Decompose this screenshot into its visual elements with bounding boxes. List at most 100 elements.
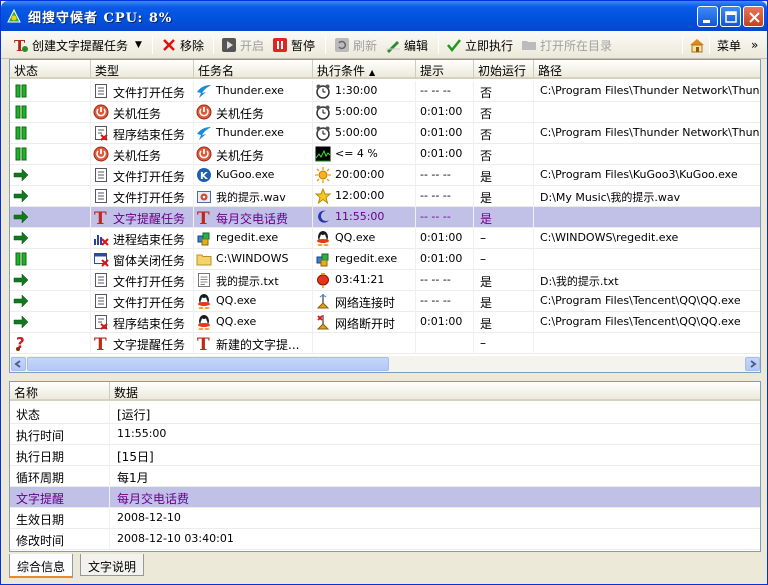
task-row[interactable]: 文件打开任务 我的提示.wav 12:00:00 -- -- -- 是 D:\My Mus… — [10, 186, 760, 207]
tip-cell: 0:01:00 — [416, 249, 474, 270]
status-cell — [10, 81, 91, 102]
path-cell: C:\WINDOWS\regedit.exe — [534, 228, 760, 249]
task-row[interactable]: 文件打开任务 Thunder.exe 1:30:00 -- -- -- 否 C:\Prog… — [10, 81, 760, 102]
col-init[interactable]: 初始运行 — [474, 60, 534, 79]
overflow-button[interactable]: » — [751, 35, 758, 55]
close-button[interactable] — [743, 6, 764, 27]
refresh-label: 刷新 — [353, 38, 378, 53]
task-row[interactable]: 文件打开任务 K KuGoo.exe 20:00:00 -- -- -- 是 C:\Prog… — [10, 165, 760, 186]
detail-row[interactable]: 执行日期 [15日] — [10, 445, 760, 466]
remove-icon — [161, 37, 177, 53]
tip-cell — [416, 333, 474, 354]
task-type: 文件打开任务 — [113, 86, 186, 100]
detail-key: 文字提醒 — [16, 492, 65, 506]
col-path[interactable]: 路径 — [534, 60, 760, 79]
col-taskname[interactable]: 任务名 — [194, 60, 313, 79]
lantern-icon — [315, 272, 331, 288]
col-tip[interactable]: 提示 — [416, 60, 474, 79]
detail-row[interactable]: 文字提醒 每月交电话费 — [10, 487, 760, 508]
maximize-button[interactable] — [720, 6, 741, 27]
detail-value: 每1月 — [117, 471, 149, 485]
task-tip: 0:01:00 — [420, 126, 463, 139]
start-button[interactable]: 开启 — [221, 35, 264, 55]
t-type-icon: T — [93, 335, 109, 354]
edit-button[interactable]: 编辑 — [385, 35, 428, 55]
minimize-button[interactable] — [697, 6, 718, 27]
t-type-icon: T — [93, 209, 109, 228]
task-row[interactable]: 文件打开任务 QQ.exe 网络连接时 -- -- -- 是 C:\Program Fil… — [10, 291, 760, 312]
tab-text-description[interactable]: 文字说明 — [80, 554, 145, 576]
folder-icon — [196, 251, 212, 267]
docx-type-icon — [93, 125, 109, 141]
task-row[interactable]: 窗体关闭任务 C:\WINDOWS regedit.exe 0:01:00 – — [10, 249, 760, 270]
task-row[interactable]: T 文字提醒任务 T 每月交电话费 11:55:00 -- -- -- 是 — [10, 207, 760, 228]
create-text-task-button[interactable]: T 创建文字提醒任务 ▼ — [13, 35, 142, 55]
tab-summary[interactable]: 综合信息 — [9, 554, 74, 578]
chevron-down-icon[interactable]: ▼ — [135, 40, 142, 50]
tip-cell: -- -- -- — [416, 291, 474, 312]
condition-cell: 网络连接时 — [313, 291, 416, 312]
task-path: C:\WINDOWS\regedit.exe — [540, 231, 679, 244]
detail-row[interactable]: 状态 [运行] — [10, 403, 760, 424]
refresh-button[interactable]: 刷新 — [334, 35, 377, 55]
scroll-thumb[interactable] — [27, 357, 389, 371]
init-cell: 是 — [474, 186, 534, 207]
task-init-run: 是 — [480, 317, 493, 331]
task-list: 状态 类型 任务名 执行条件 ▲ 提示 初始运行 路径 文件打开任务 Thunder.exe 1:… — [9, 59, 761, 373]
detail-col-data[interactable]: 数据 — [110, 382, 760, 401]
svg-text:T: T — [197, 209, 210, 225]
cpu-icon — [315, 146, 331, 162]
detail-row[interactable]: 循环周期 每1月 — [10, 466, 760, 487]
pause-button[interactable]: 暂停 — [272, 35, 315, 55]
remove-button[interactable]: 移除 — [161, 35, 204, 55]
task-row[interactable]: ? T 文字提醒任务 T 新建的文字提... – — [10, 333, 760, 354]
tip-cell: 0:01:00 — [416, 228, 474, 249]
toolbar: T 创建文字提醒任务 ▼ 移除 开启 暂停 刷新 编辑 立即执行 打开所在目录 … — [1, 31, 767, 59]
detail-value: 每月交电话费 — [117, 492, 190, 506]
task-tip: -- -- -- — [420, 84, 451, 97]
task-row[interactable]: 文件打开任务 我的提示.txt 03:41:21 -- -- -- 是 D:\我的提示.t… — [10, 270, 760, 291]
condition-cell: 网络断开时 — [313, 312, 416, 333]
scroll-right-icon[interactable] — [745, 357, 760, 371]
detail-col-name[interactable]: 名称 — [10, 382, 110, 401]
clock-icon — [315, 125, 331, 141]
regedit-icon — [315, 251, 331, 267]
path-cell: C:\Program Files\Thunder Network\Thunder… — [534, 81, 760, 102]
detail-row[interactable]: 生效日期 2008-12-10 — [10, 508, 760, 529]
task-list-hscrollbar[interactable] — [9, 356, 761, 373]
run-status-icon — [13, 209, 29, 225]
detail-key: 修改时间 — [16, 534, 65, 548]
scroll-left-icon[interactable] — [11, 357, 26, 371]
task-name: QQ.exe — [216, 294, 257, 307]
task-type: 进程结束任务 — [113, 233, 186, 247]
detail-row[interactable]: 执行时间 11:55:00 — [10, 424, 760, 445]
status-cell: ? — [10, 333, 91, 354]
menu-button[interactable]: 菜单 — [717, 35, 741, 55]
task-row[interactable]: 关机任务 关机任务 <= 4 % 0:01:00 否 — [10, 144, 760, 165]
task-row[interactable]: 进程结束任务 regedit.exe QQ.exe 0:01:00 – C:\WINDOW… — [10, 228, 760, 249]
home-button[interactable] — [689, 35, 705, 55]
col-status[interactable]: 状态 — [10, 60, 91, 79]
title-bar[interactable]: 细搜守候者 CPU: 8% — [1, 1, 767, 31]
col-type[interactable]: 类型 — [91, 60, 194, 79]
task-name: 关机任务 — [216, 149, 265, 163]
doc-type-icon — [93, 167, 109, 183]
detail-value: 2008-12-10 — [117, 511, 181, 524]
task-row[interactable]: 关机任务 关机任务 5:00:00 0:01:00 否 — [10, 102, 760, 123]
svg-text:T: T — [197, 335, 210, 351]
col-condition[interactable]: 执行条件 ▲ — [313, 60, 416, 79]
task-row[interactable]: 程序结束任务 Thunder.exe 5:00:00 0:01:00 否 C:\Progr… — [10, 123, 760, 144]
name-cell: 关机任务 — [194, 144, 313, 165]
detail-row[interactable]: 修改时间 2008-12-10 03:40:01 — [10, 529, 760, 550]
proc-type-icon — [93, 230, 109, 246]
open-dir-button[interactable]: 打开所在目录 — [521, 35, 612, 55]
task-row[interactable]: 程序结束任务 QQ.exe 网络断开时 0:01:00 是 C:\Program File… — [10, 312, 760, 333]
menu-label: 菜单 — [717, 38, 742, 53]
name-cell: T 每月交电话费 — [194, 207, 313, 228]
qq-icon — [196, 293, 212, 309]
star-icon — [314, 187, 332, 205]
run-now-button[interactable]: 立即执行 — [446, 35, 513, 55]
power-type-icon — [93, 104, 109, 120]
task-name: 我的提示.wav — [216, 191, 286, 204]
task-type: 程序结束任务 — [113, 128, 186, 142]
